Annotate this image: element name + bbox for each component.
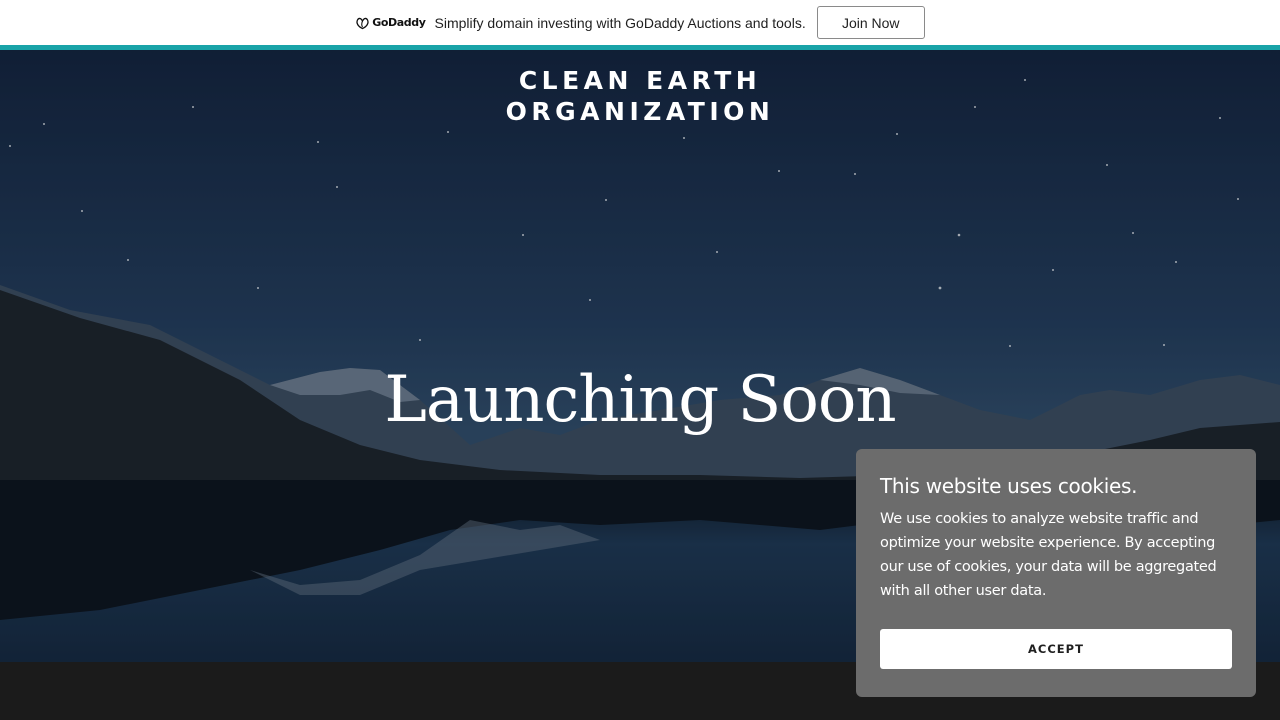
cookie-description: We use cookies to analyze website traffi… [880,511,1217,599]
site-title-text: CLEAN EARTH ORGANIZATION [505,66,775,126]
site-title[interactable]: CLEAN EARTH ORGANIZATION [0,65,1280,127]
cookie-consent-panel: This website uses cookies. We use cookie… [856,449,1256,697]
godaddy-logo-text: GoDaddy [372,16,426,29]
hero-headline: Launching Soon [384,363,896,437]
godaddy-logo-icon [356,17,369,29]
godaddy-logo[interactable]: GoDaddy [355,16,426,30]
accept-cookies-button[interactable]: ACCEPT [880,629,1232,669]
join-now-button[interactable]: Join Now [816,6,925,39]
promo-message: Simplify domain investing with GoDaddy A… [434,14,806,31]
cookie-title: This website uses cookies. [880,474,1138,498]
promo-banner: GoDaddy Simplify domain investing with G… [0,0,1280,45]
promo-content: GoDaddy Simplify domain investing with G… [355,6,925,39]
